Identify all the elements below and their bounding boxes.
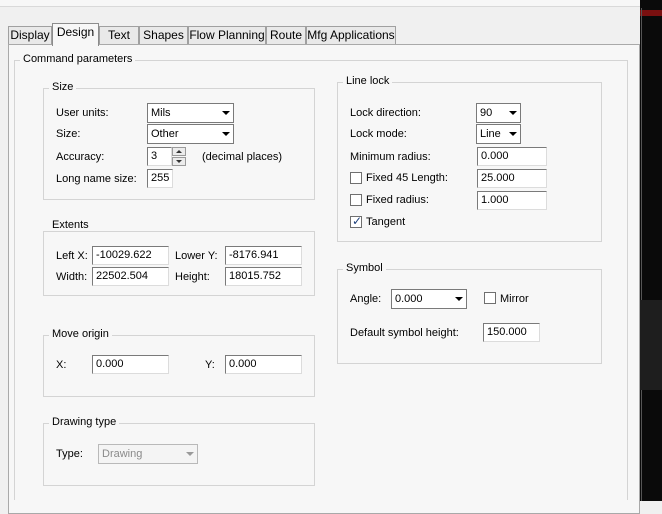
background-window-edge — [640, 0, 662, 501]
size-dropdown[interactable]: Other — [147, 124, 234, 144]
lock-mode-dropdown[interactable]: Line — [476, 124, 521, 144]
tab-label: Route — [269, 28, 303, 42]
user-units-value: Mils — [151, 107, 171, 119]
background-edge-line — [641, 8, 642, 501]
lock-direction-value: 90 — [480, 107, 493, 119]
fixed-45-length-checkbox[interactable] — [350, 172, 362, 184]
tangent-label: Tangent — [366, 216, 406, 228]
mirror-label: Mirror — [500, 293, 529, 305]
drawing-type-value: Drawing — [102, 448, 143, 460]
fixed-45-length-label: Fixed 45 Length: — [366, 172, 448, 184]
mirror-checkbox[interactable] — [484, 292, 496, 304]
chevron-down-icon — [186, 452, 194, 456]
background-shade — [640, 300, 662, 390]
drawing-type-title: Drawing type — [49, 416, 120, 428]
width-input[interactable]: 22502.504 — [92, 267, 169, 286]
default-symbol-height-input[interactable]: 150.000 — [483, 323, 540, 342]
tab-label: Text — [107, 28, 130, 42]
minimum-radius-input[interactable]: 0.000 — [477, 147, 547, 166]
lock-direction-dropdown[interactable]: 90 — [476, 103, 521, 123]
origin-x-input[interactable]: 0.000 — [92, 355, 169, 374]
fixed-radius-input[interactable]: 1.000 — [477, 191, 547, 210]
tab-route[interactable]: Route — [266, 26, 306, 44]
height-label: Height: — [175, 271, 210, 283]
accuracy-input[interactable]: 3 — [147, 147, 172, 166]
default-symbol-height-label: Default symbol height: — [350, 327, 459, 339]
symbol-group — [337, 269, 602, 364]
height-input[interactable]: 18015.752 — [225, 267, 302, 286]
fixed-radius-label: Fixed radius: — [366, 194, 429, 206]
tab-label: Flow Planning — [189, 28, 265, 42]
long-name-size-label: Long name size: — [56, 173, 137, 185]
lock-direction-label: Lock direction: — [350, 107, 421, 119]
angle-dropdown[interactable]: 0.000 — [391, 289, 467, 309]
origin-y-input[interactable]: 0.000 — [225, 355, 302, 374]
command-parameters-title: Command parameters — [20, 53, 136, 65]
left-x-label: Left X: — [56, 250, 88, 262]
accuracy-spinner[interactable] — [172, 147, 186, 166]
lock-mode-value: Line — [480, 128, 501, 140]
tab-label: Design — [56, 25, 95, 39]
type-label: Type: — [56, 448, 83, 460]
tab-mfg-applications[interactable]: Mfg Applications — [306, 26, 396, 44]
chevron-down-icon — [509, 111, 517, 115]
tab-display[interactable]: Display — [8, 26, 52, 44]
chevron-down-icon — [222, 111, 230, 115]
angle-label: Angle: — [350, 293, 382, 305]
size-label: Size: — [56, 128, 81, 140]
accuracy-suffix: (decimal places) — [202, 151, 283, 163]
left-x-input[interactable]: -10029.622 — [92, 246, 169, 265]
fixed-radius-checkbox[interactable] — [350, 194, 362, 206]
user-units-dropdown[interactable]: Mils — [147, 103, 234, 123]
tab-shapes[interactable]: Shapes — [139, 26, 188, 44]
lower-y-label: Lower Y: — [175, 250, 218, 262]
window-title-strip — [0, 0, 662, 7]
tab-flow-planning[interactable]: Flow Planning — [188, 26, 266, 44]
tab-text[interactable]: Text — [99, 26, 139, 44]
background-accent — [640, 10, 662, 16]
extents-title: Extents — [49, 219, 92, 231]
accuracy-label: Accuracy: — [56, 151, 105, 163]
origin-x-label: X: — [56, 359, 67, 371]
spin-down-icon[interactable] — [172, 157, 186, 166]
width-label: Width: — [56, 271, 88, 283]
lock-mode-label: Lock mode: — [350, 128, 407, 140]
chevron-down-icon — [509, 132, 517, 136]
fixed-45-length-input[interactable]: 25.000 — [477, 169, 547, 188]
spin-up-icon[interactable] — [172, 147, 186, 156]
user-units-label: User units: — [56, 107, 109, 119]
line-lock-title: Line lock — [343, 75, 393, 87]
size-value: Other — [151, 128, 179, 140]
minimum-radius-label: Minimum radius: — [350, 151, 431, 163]
move-origin-title: Move origin — [49, 328, 112, 340]
origin-y-label: Y: — [205, 359, 215, 371]
long-name-size-input[interactable]: 255 — [147, 169, 173, 188]
chevron-down-icon — [455, 297, 463, 301]
size-title: Size — [49, 81, 77, 93]
tab-label: Display — [10, 28, 50, 42]
tab-design[interactable]: Design — [52, 23, 99, 46]
angle-value: 0.000 — [395, 293, 423, 305]
lower-y-input[interactable]: -8176.941 — [225, 246, 302, 265]
tangent-checkbox[interactable] — [350, 214, 362, 228]
chevron-down-icon — [222, 132, 230, 136]
tab-label: Shapes — [143, 28, 184, 42]
tab-label: Mfg Applications — [307, 28, 395, 42]
drawing-type-dropdown[interactable]: Drawing — [98, 444, 198, 464]
symbol-title: Symbol — [343, 262, 386, 274]
